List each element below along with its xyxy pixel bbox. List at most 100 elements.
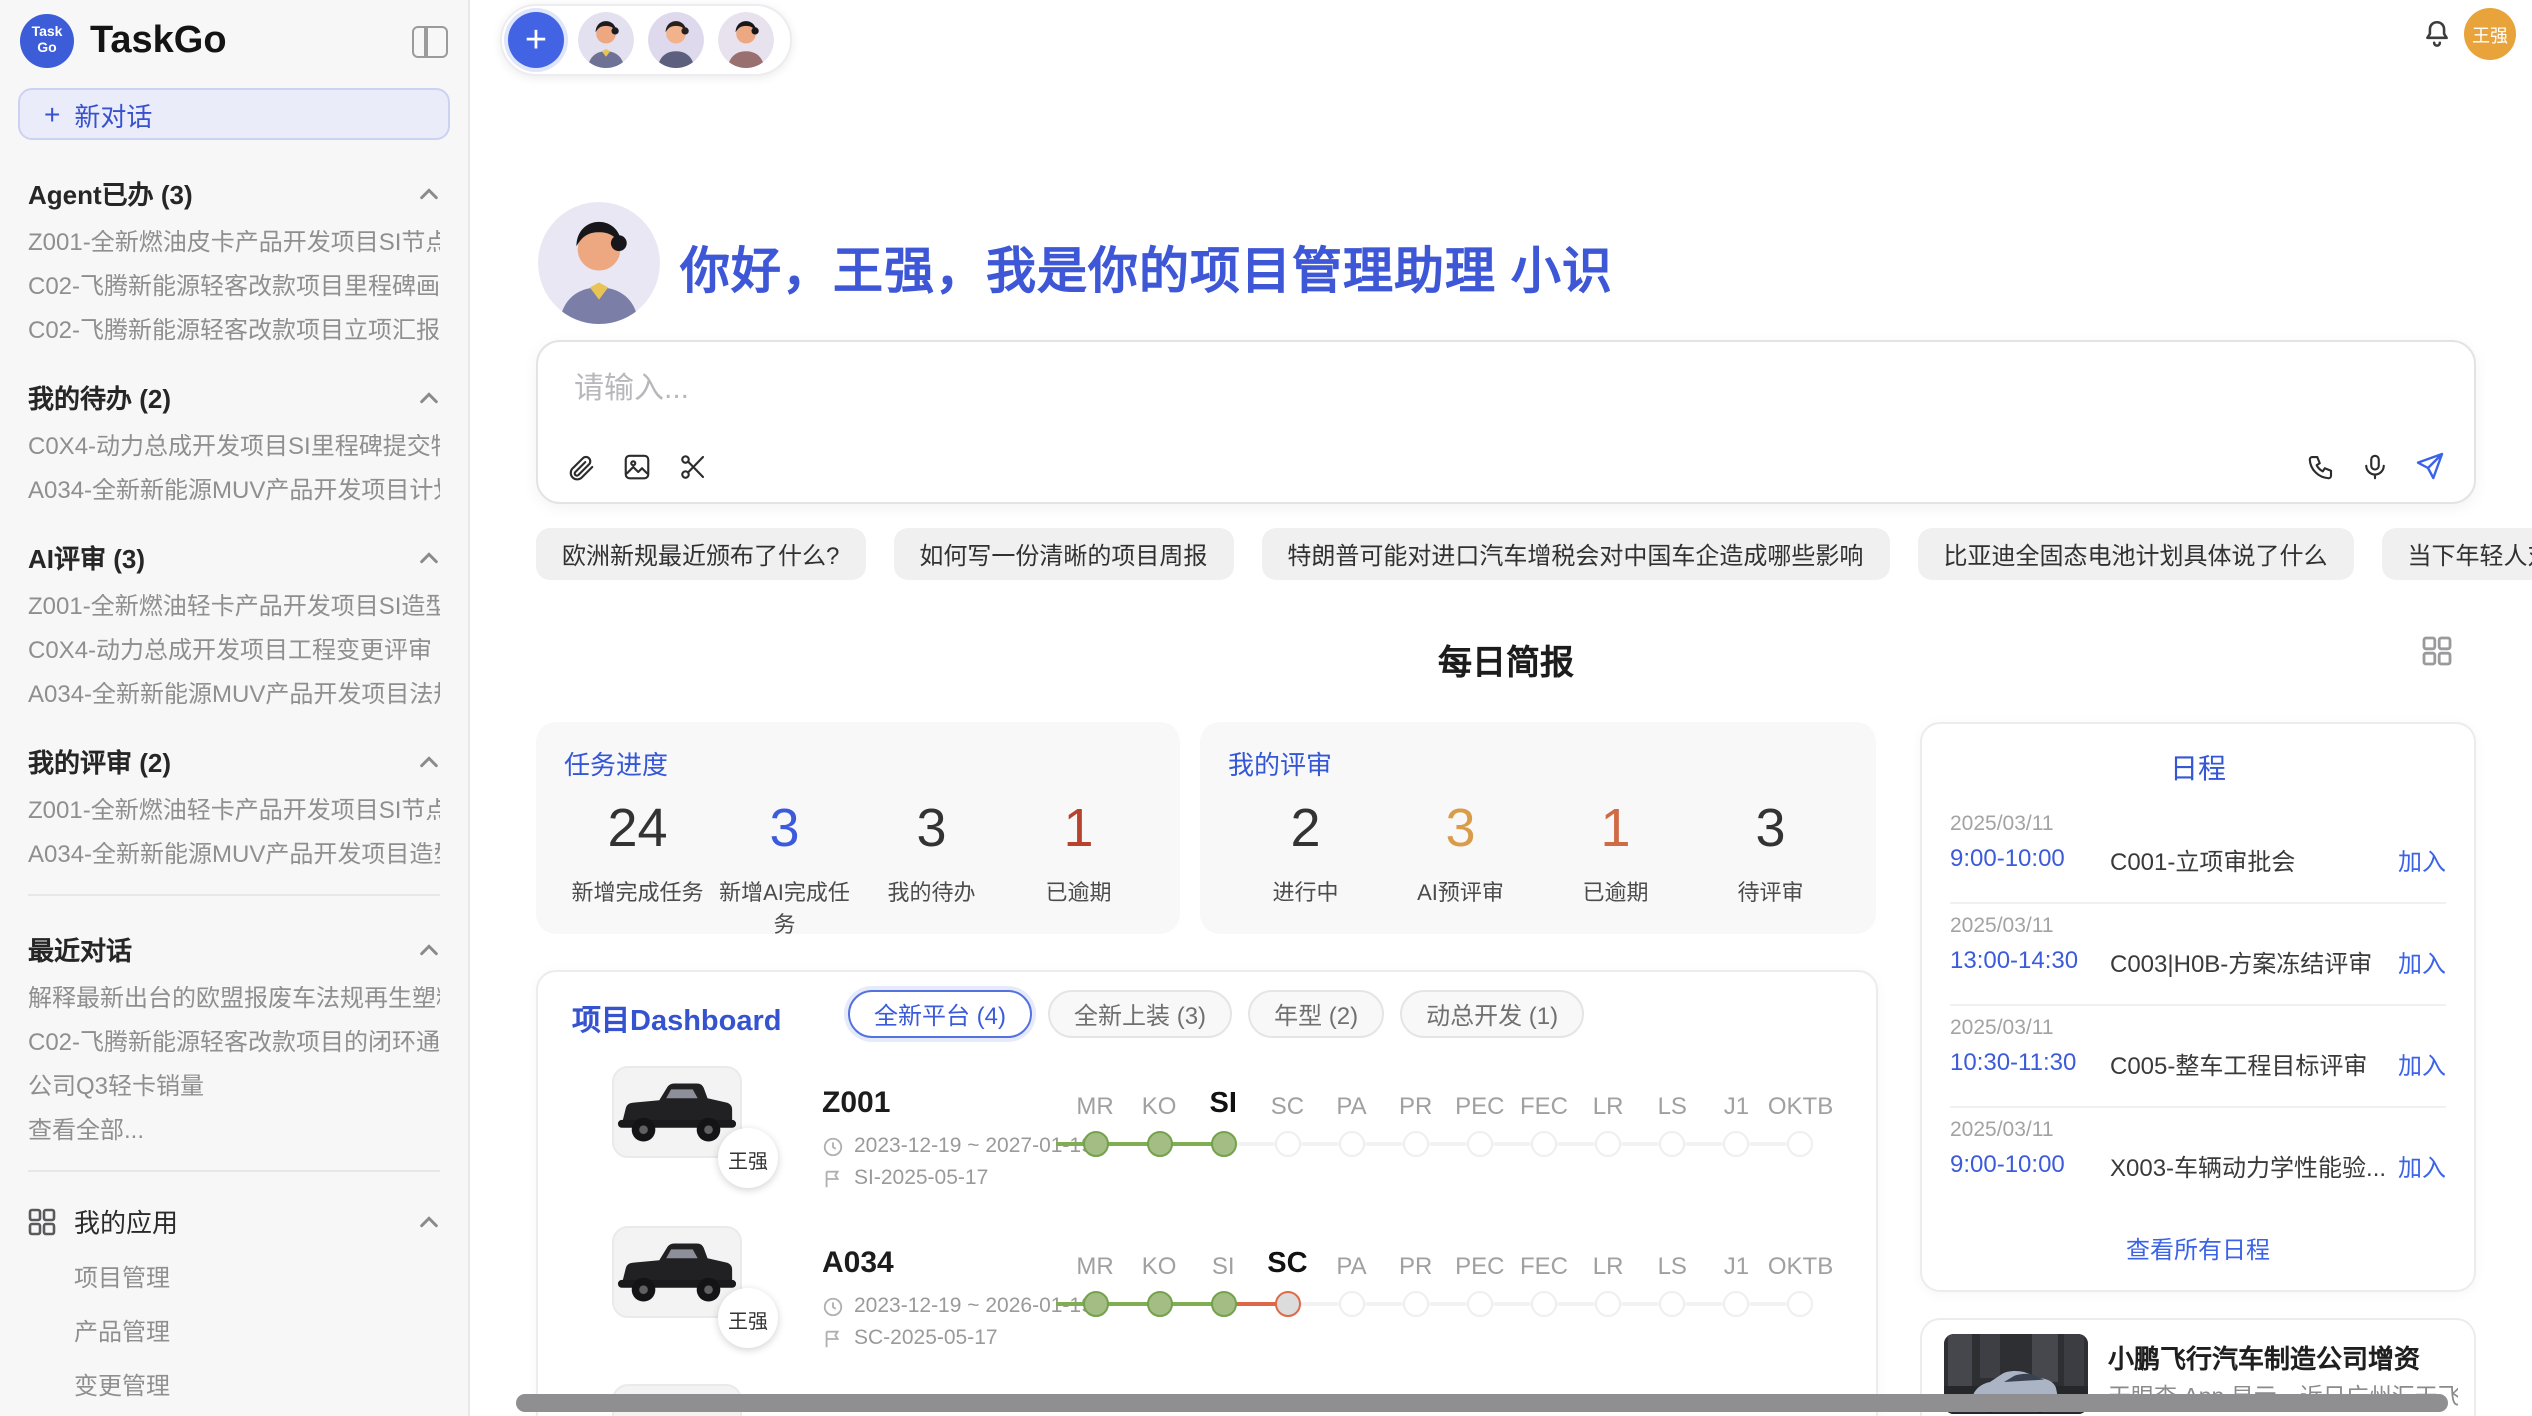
agent-avatar-1[interactable] [578,12,634,68]
dashboard-tab[interactable]: 全新上装 (3) [1048,990,1232,1038]
collapse-sidebar-icon[interactable] [412,25,448,57]
sidebar-item[interactable]: C0X4-动力总成开发项目SI里程碑提交物检查 [28,434,440,460]
join-link[interactable]: 加入 [2398,1048,2446,1082]
sidebar-section-title: 我的待办 (2) [28,378,171,416]
recent-chats-title: 最近对话 [28,930,132,968]
chat-input[interactable] [570,370,2442,408]
suggestion-chip[interactable]: 欧洲新规最近颁布了什么? [536,528,865,580]
sidebar-item[interactable]: A034-全新新能源MUV产品开发项目造型可行性评审 [28,842,440,868]
new-conversation-button[interactable]: + [508,12,564,68]
sidebar-section-header[interactable]: 我的评审 (2) [28,742,440,780]
notification-bell-icon[interactable] [2420,18,2454,62]
dashboard-tab[interactable]: 年型 (2) [1248,990,1384,1038]
schedule-event-title: C003|H0B-方案冻结评审 [2110,946,2372,980]
project-code: A034 [822,1246,894,1280]
project-row[interactable]: 王强A0342023-12-19 ~ 2026-01-19SC-2025-05-… [538,1226,1876,1396]
app-sub-item[interactable]: 变更管理 [74,1368,440,1402]
suggestion-chip[interactable]: 如何写一份清晰的项目周报 [893,528,1233,580]
join-link[interactable]: 加入 [2398,1150,2446,1184]
sidebar-section-header[interactable]: 我的待办 (2) [28,378,440,416]
clock-icon [822,1135,844,1157]
schedule-row: 13:00-14:30C003|H0B-方案冻结评审加入 [1950,946,2446,974]
schedule-event-title: C005-整车工程目标评审 [2110,1048,2367,1082]
new-chat-button[interactable]: + 新对话 [18,88,450,140]
app-root: Task Go TaskGo + 新对话 Agent已办 (3)Z001-全新燃… [0,0,2532,1416]
sidebar-item[interactable]: A034-全新新能源MUV产品开发项目法规符合性评审 [28,682,440,708]
stat-column: 2进行中 [1228,798,1383,908]
milestone-dot [1339,1131,1365,1157]
milestone-label: SI [1210,1088,1237,1120]
suggestion-chip[interactable]: 特朗普可能对进口汽车增税会对中国车企造成哪些影响 [1261,528,1889,580]
app-sub-item[interactable]: 项目管理 [74,1260,440,1294]
horizontal-scrollbar[interactable] [516,1394,2448,1412]
milestone-label: FEC [1520,1092,1568,1120]
recent-chats-header[interactable]: 最近对话 [28,930,440,968]
sidebar-item[interactable]: Z001-全新燃油皮卡产品开发项目SI节点Lesson Learn报告 [28,230,440,256]
recent-chat-item[interactable]: 解释最新出台的欧盟报废车法规再生塑料比例被调至15%... [28,986,440,1012]
view-all-schedule-link[interactable]: 查看所有日程 [1922,1232,2474,1266]
stat-label: 已逾期 [1005,876,1152,908]
sidebar-section-header[interactable]: Agent已办 (3) [28,174,440,212]
milestone-label: LR [1593,1092,1624,1120]
dashboard-tab[interactable]: 动总开发 (1) [1400,990,1584,1038]
sidebar-item[interactable]: C0X4-动力总成开发项目工程变更评审 [28,638,440,664]
suggestion-chips: 欧洲新规最近颁布了什么? 如何写一份清晰的项目周报特朗普可能对进口汽车增税会对中国… [536,528,2532,580]
sidebar-section-header[interactable]: AI评审 (3) [28,538,440,576]
milestone-dot [1467,1131,1493,1157]
microphone-icon[interactable] [2360,451,2390,481]
schedule-time: 9:00-10:00 [1950,844,2065,872]
chevron-up-icon [418,549,440,565]
image-upload-icon[interactable] [622,452,652,482]
milestone-label: LS [1658,1252,1687,1280]
project-row[interactable]: 王强Z0012023-12-19 ~ 2027-01-19SI-2025-05-… [538,1066,1876,1236]
sidebar-item[interactable]: A034-全新新能源MUV产品开发项目计划变更表编写 [28,478,440,504]
milestone-dot [1082,1131,1108,1157]
recent-chat-item[interactable]: C02-飞腾新能源轻客改款项目的闭环通告反馈情况 [28,1030,440,1056]
recent-chat-item[interactable]: 公司Q3轻卡销量 [28,1074,440,1100]
scissors-icon[interactable] [678,452,708,482]
phone-icon[interactable] [2306,451,2336,481]
schedule-item: 2025/03/1110:30-11:30C005-整车工程目标评审加入 [1950,1004,2446,1108]
milestone-label: PR [1399,1092,1432,1120]
suggestion-chip[interactable]: 比亚迪全固态电池计划具体说了什么 [1917,528,2353,580]
milestone-dot [1082,1291,1108,1317]
stat-label: 进行中 [1228,876,1383,908]
layout-grid-icon[interactable] [2422,636,2452,676]
milestone-label: OKTB [1768,1092,1833,1120]
milestone-dot [1531,1291,1557,1317]
agent-avatar-2[interactable] [648,12,704,68]
sidebar-item[interactable]: C02-飞腾新能源轻客改款项目里程碑画布 [28,274,440,300]
schedule-event-title: X003-车辆动力学性能验... [2110,1150,2386,1184]
user-avatar[interactable]: 王强 [2464,8,2516,60]
sidebar-item[interactable]: Z001-全新燃油轻卡产品开发项目SI造型提交物评审 [28,594,440,620]
milestone-dot [1146,1131,1172,1157]
app-sub-item[interactable]: 产品管理 [74,1314,440,1348]
sidebar-item[interactable]: Z001-全新燃油轻卡产品开发项目SI节点属性5D文件评审 [28,798,440,824]
join-link[interactable]: 加入 [2398,844,2446,878]
sidebar-sections: Agent已办 (3) Z001-全新燃油皮卡产品开发项目SI节点Lesson L… [0,174,468,1416]
sidebar-section-title: AI评审 (3) [28,538,145,576]
sidebar-item[interactable]: C02-飞腾新能源轻客改款项目立项汇报方案 [28,318,440,344]
milestone-label: KO [1142,1252,1177,1280]
recent-chat-item[interactable]: 查看全部... [28,1118,440,1144]
milestone-dot [1531,1131,1557,1157]
owner-badge: 王强 [718,1128,778,1188]
attachment-icon[interactable] [566,452,596,482]
schedule-time: 13:00-14:30 [1950,946,2078,974]
schedule-date: 2025/03/11 [1950,1004,2446,1040]
send-icon[interactable] [2414,450,2446,482]
chevron-up-icon [418,753,440,769]
sidebar-item-my-apps[interactable]: 我的应用 [28,1202,440,1240]
milestone-label: PEC [1455,1092,1504,1120]
milestone-dot [1659,1291,1685,1317]
milestone-label: FEC [1520,1252,1568,1280]
join-link[interactable]: 加入 [2398,946,2446,980]
schedule-date: 2025/03/11 [1950,902,2446,938]
milestone-label: LS [1658,1092,1687,1120]
task-progress-card: 任务进度 24新增完成任务3新增AI完成任务3我的待办1已逾期 [536,722,1180,934]
agent-avatar-3[interactable] [718,12,774,68]
dashboard-tab[interactable]: 全新平台 (4) [848,990,1032,1038]
milestone-label: OKTB [1768,1252,1833,1280]
milestone-label: PA [1336,1252,1366,1280]
suggestion-chip[interactable]: 当下年轻人对汽车外观有怎样的喜好趋势 [2381,528,2532,580]
